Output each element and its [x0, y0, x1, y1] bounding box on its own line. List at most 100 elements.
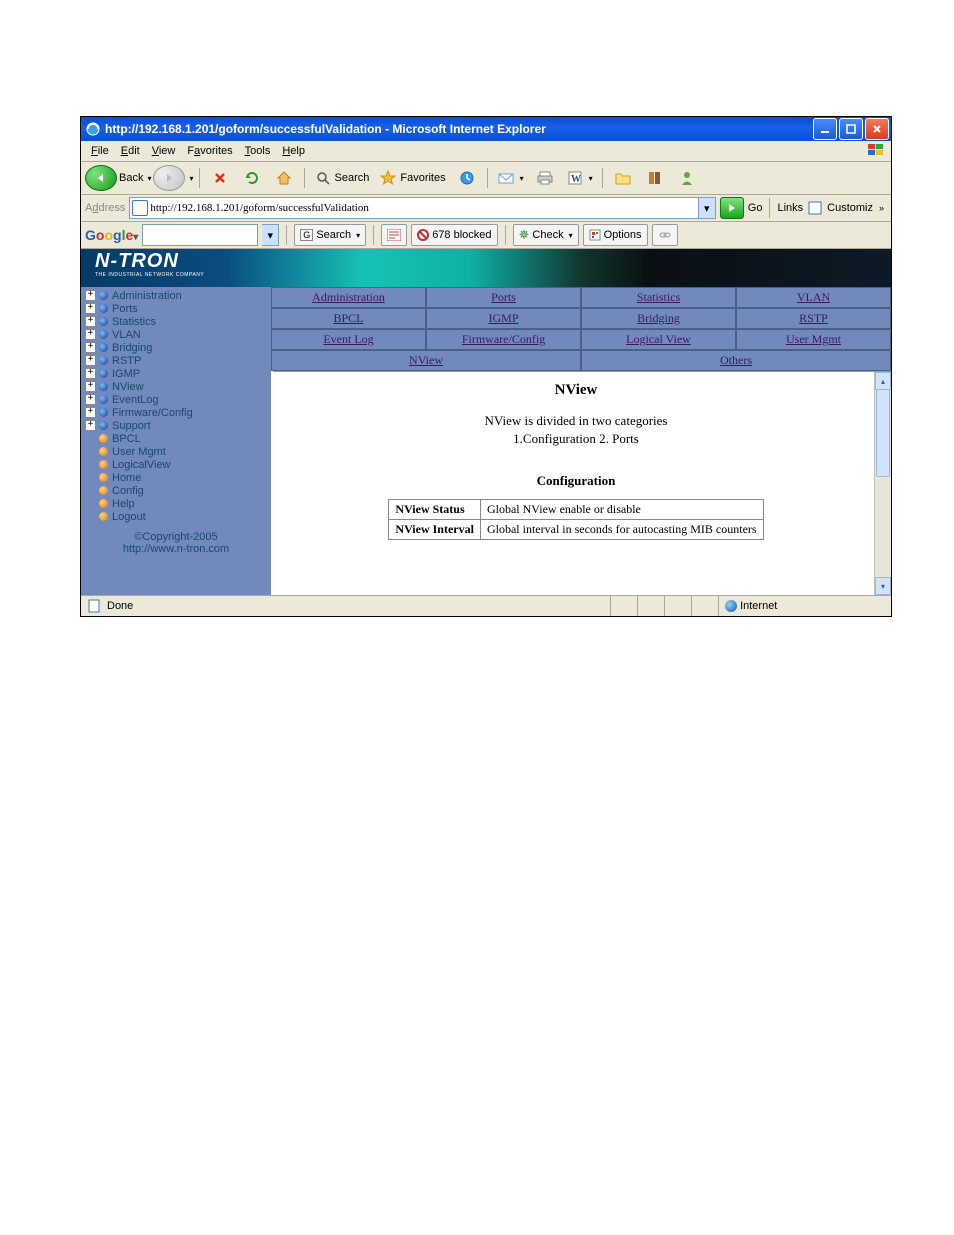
tree-item-rstp[interactable]: + RSTP	[81, 354, 271, 367]
tree-link[interactable]: Support	[112, 420, 151, 432]
tree-item-support[interactable]: + Support	[81, 419, 271, 432]
tab-vlan[interactable]: VLAN	[736, 287, 891, 308]
tree-item-help[interactable]: Help	[81, 497, 271, 510]
tree-item-logicalview[interactable]: LogicalView	[81, 458, 271, 471]
google-logo[interactable]: Google▾	[85, 227, 138, 243]
home-button[interactable]	[269, 166, 299, 190]
stop-button[interactable]	[205, 166, 235, 190]
tree-link[interactable]: IGMP	[112, 368, 140, 380]
tab-statistics[interactable]: Statistics	[581, 287, 736, 308]
tree-item-eventlog[interactable]: + EventLog	[81, 393, 271, 406]
tree-link[interactable]: Ports	[112, 303, 138, 315]
tab-bridging[interactable]: Bridging	[581, 308, 736, 329]
tab-administration[interactable]: Administration	[271, 287, 426, 308]
expand-icon[interactable]: +	[85, 368, 96, 379]
expand-icon[interactable]: +	[85, 420, 96, 431]
tree-item-vlan[interactable]: + VLAN	[81, 328, 271, 341]
menu-tools[interactable]: Tools	[239, 143, 277, 159]
expand-icon[interactable]: +	[85, 342, 96, 353]
expand-icon[interactable]: +	[85, 290, 96, 301]
tree-link[interactable]: EventLog	[112, 394, 158, 406]
google-check-button[interactable]: ✵Check▾	[513, 224, 579, 246]
links-overflow[interactable]: »	[879, 203, 884, 213]
expand-icon[interactable]: +	[85, 355, 96, 366]
customize-icon[interactable]	[806, 199, 824, 217]
expand-icon[interactable]: +	[85, 394, 96, 405]
scroll-thumb[interactable]	[876, 389, 890, 477]
edit-button[interactable]: W▾	[562, 166, 597, 190]
tab-igmp[interactable]: IGMP	[426, 308, 581, 329]
tab-rstp[interactable]: RSTP	[736, 308, 891, 329]
tab-user-mgmt[interactable]: User Mgmt	[736, 329, 891, 350]
tree-item-statistics[interactable]: + Statistics	[81, 315, 271, 328]
tree-link[interactable]: Bridging	[112, 342, 152, 354]
google-search-button[interactable]: GSearch▾	[294, 224, 366, 246]
favorites-button[interactable]: Favorites	[375, 166, 449, 190]
google-news-button[interactable]	[381, 224, 407, 246]
menu-view[interactable]: View	[146, 143, 182, 159]
search-button[interactable]: Search	[310, 166, 374, 190]
tree-item-bridging[interactable]: + Bridging	[81, 341, 271, 354]
tree-link[interactable]: VLAN	[112, 329, 141, 341]
tree-link[interactable]: Help	[112, 498, 135, 510]
tree-item-nview[interactable]: + NView	[81, 380, 271, 393]
menu-favorites[interactable]: Favorites	[181, 143, 238, 159]
tree-item-config[interactable]: Config	[81, 484, 271, 497]
expand-icon[interactable]: +	[85, 329, 96, 340]
tree-item-administration[interactable]: + Administration	[81, 289, 271, 302]
expand-icon[interactable]: +	[85, 407, 96, 418]
menu-help[interactable]: Help	[276, 143, 311, 159]
google-blocked-button[interactable]: 678 blocked	[411, 224, 497, 246]
forward-button[interactable]	[153, 165, 185, 191]
tree-link[interactable]: Firmware/Config	[112, 407, 193, 419]
refresh-button[interactable]	[237, 166, 267, 190]
tab-others[interactable]: Others	[581, 350, 891, 371]
vertical-scrollbar[interactable]: ▴ ▾	[874, 372, 891, 595]
folder-button[interactable]	[608, 166, 638, 190]
tree-item-ports[interactable]: + Ports	[81, 302, 271, 315]
tree-link[interactable]: LogicalView	[112, 459, 171, 471]
tree-item-bpcl[interactable]: BPCL	[81, 432, 271, 445]
minimize-button[interactable]	[813, 118, 837, 140]
google-search-dropdown[interactable]: ▾	[262, 224, 279, 246]
scroll-down-button[interactable]: ▾	[875, 577, 891, 595]
menu-edit[interactable]: Edit	[115, 143, 146, 159]
tree-link[interactable]: Administration	[112, 290, 182, 302]
tree-link[interactable]: NView	[112, 381, 144, 393]
maximize-button[interactable]	[839, 118, 863, 140]
tab-logical-view[interactable]: Logical View	[581, 329, 736, 350]
tab-firmware-config[interactable]: Firmware/Config	[426, 329, 581, 350]
tab-event-log[interactable]: Event Log	[271, 329, 426, 350]
tree-item-igmp[interactable]: + IGMP	[81, 367, 271, 380]
tree-link[interactable]: Statistics	[112, 316, 156, 328]
expand-icon[interactable]: +	[85, 303, 96, 314]
print-button[interactable]	[530, 166, 560, 190]
research-button[interactable]	[640, 166, 670, 190]
tree-link[interactable]: Logout	[112, 511, 146, 523]
google-search-input[interactable]	[142, 224, 258, 246]
tree-link[interactable]: BPCL	[112, 433, 141, 445]
back-dropdown[interactable]: ▾	[147, 174, 151, 183]
tab-nview[interactable]: NView	[271, 350, 581, 371]
tree-link[interactable]: RSTP	[112, 355, 141, 367]
tab-ports[interactable]: Ports	[426, 287, 581, 308]
tree-item-home[interactable]: Home	[81, 471, 271, 484]
ntron-url-link[interactable]: http://www.n-tron.com	[81, 543, 271, 555]
messenger-button[interactable]	[672, 166, 702, 190]
google-options-button[interactable]: Options	[583, 224, 648, 246]
history-button[interactable]	[452, 166, 482, 190]
tree-link[interactable]: Config	[112, 485, 144, 497]
expand-icon[interactable]: +	[85, 381, 96, 392]
google-autolink-button[interactable]	[652, 224, 678, 246]
forward-dropdown[interactable]: ▾	[189, 174, 193, 183]
close-button[interactable]	[865, 118, 889, 140]
tree-link[interactable]: Home	[112, 472, 141, 484]
go-button[interactable]	[720, 197, 744, 219]
tab-bpcl[interactable]: BPCL	[271, 308, 426, 329]
tree-item-firmware-config[interactable]: + Firmware/Config	[81, 406, 271, 419]
tree-item-user-mgmt[interactable]: User Mgmt	[81, 445, 271, 458]
mail-button[interactable]: ▾	[493, 166, 528, 190]
customize-label[interactable]: Customiz	[827, 202, 873, 214]
address-dropdown[interactable]: ▾	[699, 197, 716, 219]
expand-icon[interactable]: +	[85, 316, 96, 327]
